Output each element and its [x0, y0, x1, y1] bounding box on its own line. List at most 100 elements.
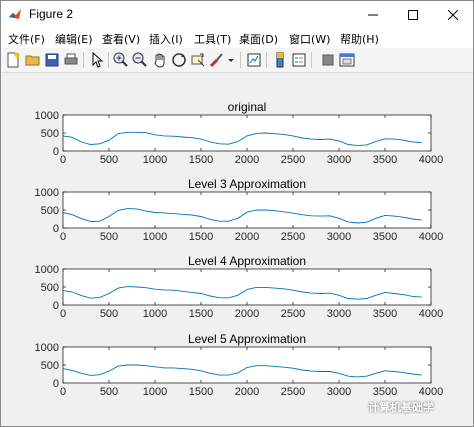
- zoom-out-icon[interactable]: [131, 51, 149, 69]
- rotate-3d-icon[interactable]: [170, 51, 188, 69]
- toolbar-separator: [108, 52, 109, 68]
- plot-title: original: [228, 100, 267, 114]
- maximize-icon: [408, 10, 418, 20]
- x-tick-label: 2500: [281, 231, 305, 243]
- x-tick-label: 3000: [327, 154, 351, 166]
- zoom-in-icon[interactable]: [112, 51, 130, 69]
- x-tick-label: 1000: [143, 231, 167, 243]
- watermark-text: 计算机基础学: [368, 401, 434, 414]
- close-button[interactable]: [433, 1, 473, 29]
- x-tick-label: 500: [100, 386, 118, 398]
- brush-icon[interactable]: [208, 51, 226, 69]
- x-tick-label: 500: [100, 231, 118, 243]
- x-tick-label: 3000: [327, 231, 351, 243]
- menu-tools[interactable]: 工具(T): [194, 31, 231, 47]
- plot-title: Level 5 Approximation: [188, 332, 306, 346]
- maximize-button[interactable]: [393, 1, 433, 29]
- legend-icon[interactable]: [290, 51, 308, 69]
- x-tick-label: 500: [100, 154, 118, 166]
- x-tick-label: 500: [100, 308, 118, 320]
- print-icon[interactable]: [62, 51, 80, 69]
- x-tick-label: 3000: [327, 386, 351, 398]
- x-tick-label: 3000: [327, 308, 351, 320]
- minimize-icon: [368, 14, 378, 16]
- plot-title: Level 3 Approximation: [188, 177, 306, 191]
- toolbar: [1, 48, 473, 73]
- plot-area: [62, 114, 432, 152]
- plot-area: [62, 346, 432, 384]
- colorbar-icon[interactable]: [271, 51, 289, 69]
- new-figure-icon[interactable]: [4, 51, 22, 69]
- y-tick-label: 1000: [35, 264, 59, 276]
- y-tick-label: 0: [53, 378, 59, 390]
- x-tick-label: 2000: [235, 231, 259, 243]
- y-tick-label: 0: [53, 146, 59, 158]
- x-tick-label: 2500: [281, 154, 305, 166]
- window-title: Figure 2: [29, 7, 74, 21]
- x-tick-label: 0: [60, 308, 66, 320]
- pointer-icon[interactable]: [88, 51, 106, 69]
- x-tick-label: 4000: [419, 231, 443, 243]
- show-plot-tools-icon[interactable]: [338, 51, 356, 69]
- y-tick-label: 1000: [35, 187, 59, 199]
- save-icon[interactable]: [43, 51, 61, 69]
- y-tick-label: 1000: [35, 110, 59, 122]
- x-tick-label: 1500: [189, 231, 213, 243]
- minimize-button[interactable]: [353, 1, 393, 29]
- figure-canvas[interactable]: original 0 500 1000 0 500 1000 1500 2000 2500 3000…: [3, 75, 471, 425]
- y-tick-label: 0: [53, 300, 59, 312]
- x-tick-label: 1500: [189, 386, 213, 398]
- data-cursor-icon[interactable]: [189, 51, 207, 69]
- x-tick-label: 4000: [419, 386, 443, 398]
- menu-view[interactable]: 查看(V): [102, 31, 140, 47]
- open-file-icon[interactable]: [24, 51, 42, 69]
- menu-edit[interactable]: 编辑(E): [55, 31, 93, 47]
- x-tick-label: 2000: [235, 308, 259, 320]
- toolbar-separator: [83, 52, 84, 68]
- title-bar[interactable]: Figure 2: [1, 1, 473, 29]
- pan-icon[interactable]: [151, 51, 169, 69]
- plot-title: Level 4 Approximation: [188, 254, 306, 268]
- x-tick-label: 3500: [373, 231, 397, 243]
- x-tick-label: 1500: [189, 154, 213, 166]
- x-tick-label: 4000: [419, 308, 443, 320]
- x-tick-label: 1000: [143, 308, 167, 320]
- y-tick-label: 500: [41, 360, 59, 372]
- x-tick-label: 2500: [281, 386, 305, 398]
- toolbar-separator: [266, 52, 267, 68]
- menu-desktop[interactable]: 桌面(D): [239, 31, 278, 47]
- x-tick-label: 2000: [235, 154, 259, 166]
- link-plot-icon[interactable]: [245, 51, 263, 69]
- plot-area: [62, 268, 432, 306]
- x-tick-label: 3500: [373, 154, 397, 166]
- dropdown-icon[interactable]: [226, 51, 236, 69]
- matlab-icon: [9, 9, 21, 19]
- menu-file[interactable]: 文件(F): [8, 31, 45, 47]
- menu-help[interactable]: 帮助(H): [340, 31, 379, 47]
- menu-insert[interactable]: 插入(I): [149, 31, 183, 47]
- menu-window[interactable]: 窗口(W): [289, 31, 330, 47]
- x-tick-label: 3500: [373, 386, 397, 398]
- menu-bar: 文件(F) 编辑(E) 查看(V) 插入(I) 工具(T) 桌面(D) 窗口(W…: [1, 29, 473, 48]
- x-tick-label: 2500: [281, 308, 305, 320]
- toolbar-separator: [311, 52, 312, 68]
- x-tick-label: 0: [60, 386, 66, 398]
- hide-plot-tools-icon[interactable]: [319, 51, 337, 69]
- x-tick-label: 1000: [143, 154, 167, 166]
- close-icon: [448, 10, 458, 20]
- subplot-grid[interactable]: original 0 500 1000 0 500 1000 1500 2000 2500 3000…: [3, 75, 471, 425]
- x-tick-label: 1500: [189, 308, 213, 320]
- y-tick-label: 1000: [35, 342, 59, 354]
- toolbar-separator: [240, 52, 241, 68]
- x-tick-label: 1000: [143, 386, 167, 398]
- y-tick-label: 0: [53, 223, 59, 235]
- x-tick-label: 2000: [235, 386, 259, 398]
- y-tick-label: 500: [41, 205, 59, 217]
- y-tick-label: 500: [41, 128, 59, 140]
- x-tick-label: 0: [60, 154, 66, 166]
- y-tick-label: 500: [41, 282, 59, 294]
- x-tick-label: 4000: [419, 154, 443, 166]
- x-tick-label: 3500: [373, 308, 397, 320]
- x-tick-label: 0: [60, 231, 66, 243]
- figure-window: Figure 2 文件(F) 编辑(E) 查看(V) 插入(I) 工具(T) 桌…: [0, 0, 474, 427]
